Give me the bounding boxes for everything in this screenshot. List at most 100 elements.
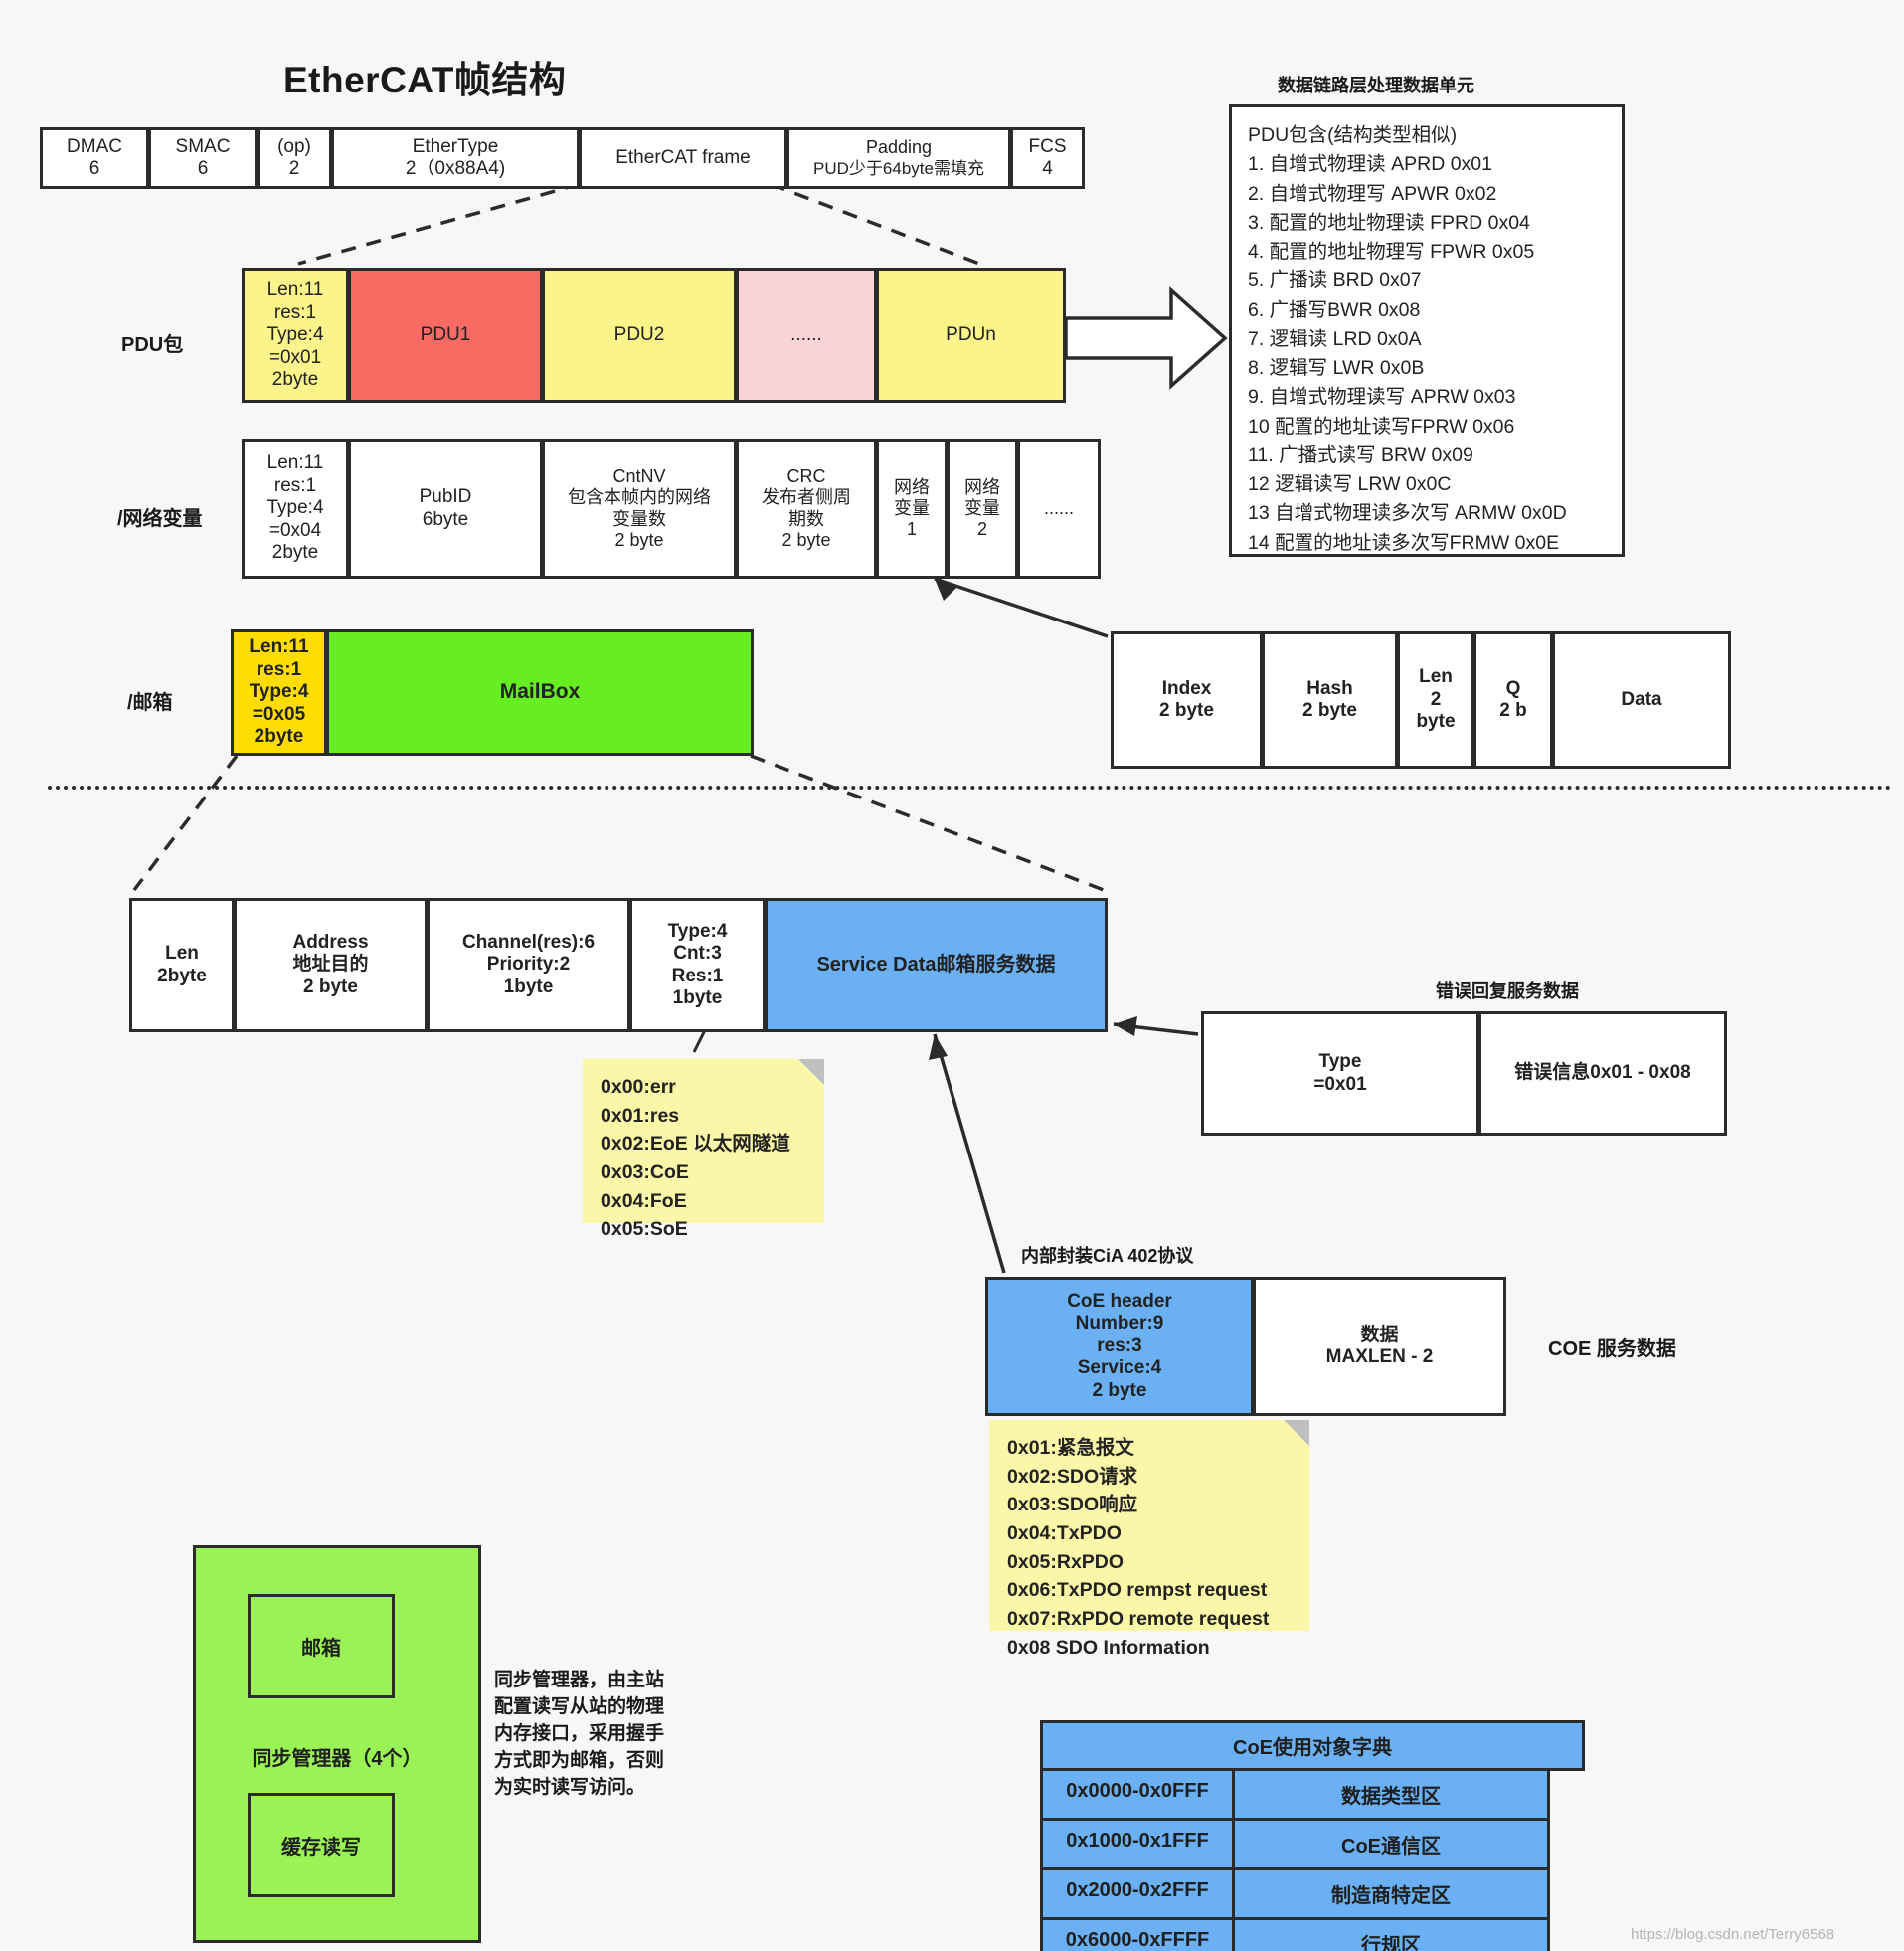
cell-line: 2	[288, 158, 300, 179]
cell-line: Type:4	[266, 324, 324, 346]
frame-cell-fcs: FCS 4	[1010, 127, 1085, 189]
frame-cell-dmac: DMAC 6	[40, 127, 149, 189]
cell-line: 6	[197, 158, 209, 179]
cell-line: 数据	[1360, 1324, 1399, 1345]
cell-line: PDUn	[946, 324, 996, 346]
netvar-cell-ellipsis: ......	[1017, 439, 1101, 579]
cell-line: Hash	[1306, 677, 1353, 699]
cell-line: 变量数	[612, 508, 666, 529]
cell-line: MAXLEN - 2	[1325, 1346, 1434, 1367]
pdu-cell-pdu1: PDU1	[348, 268, 543, 403]
coe-service-note: 0x01:紧急报文 0x02:SDO请求 0x03:SDO响应 0x04:TxP…	[989, 1420, 1309, 1659]
frame-cell-op: (op) 2	[257, 127, 332, 189]
cell-line: 4	[1042, 158, 1053, 179]
mbx-cell-service-data: Service Data邮箱服务数据	[765, 898, 1108, 1032]
cell-line: Address	[292, 931, 369, 953]
note-line: 0x05:RxPDO	[1007, 1550, 1125, 1573]
cell-line: Len	[1419, 666, 1453, 688]
frame-cell-smac: SMAC 6	[148, 127, 258, 189]
cell-line: 发布者侧周	[762, 487, 851, 508]
netvar-row-label: /网络变量	[117, 508, 203, 530]
cell-line: CntNV	[612, 466, 666, 487]
cell-line: Len:11	[249, 636, 309, 658]
cell-line: res:1	[273, 474, 317, 496]
table-row: 0x1000-0x1FFF CoE通信区	[1040, 1818, 1585, 1870]
pdu-cell-header: Len:11 res:1 Type:4 =0x01 2byte	[242, 268, 349, 403]
cell-line: FCS	[1028, 135, 1067, 157]
detail-cell-len: Len 2 byte	[1397, 631, 1474, 769]
coe-block-caption: 内部封装CiA 402协议	[1021, 1246, 1194, 1266]
coe-area-cell: 行规区	[1232, 1917, 1550, 1951]
cell-line: CRC	[786, 466, 826, 487]
mbx-cell-len: Len 2byte	[129, 898, 235, 1032]
cell-line: 6byte	[422, 508, 469, 530]
cell-line: PDU1	[420, 324, 471, 346]
sync-manager-box: 邮箱 同步管理器（4个） 缓存读写	[193, 1545, 481, 1943]
cell-line: 1byte	[672, 986, 723, 1008]
coe-range-cell: 0x1000-0x1FFF	[1040, 1818, 1235, 1870]
error-table-caption: 错误回复服务数据	[1436, 981, 1579, 1001]
cell-line: 2byte	[157, 965, 207, 986]
mbx-cell-type: Type:4 Cnt:3 Res:1 1byte	[629, 898, 766, 1032]
cell-line: 期数	[788, 508, 824, 529]
cell-line: 2	[976, 519, 987, 540]
cell-line: SMAC	[175, 135, 231, 157]
cell-line: ......	[1043, 497, 1074, 518]
detail-cell-data: Data	[1552, 631, 1731, 769]
mbx-cell-address: Address 地址目的 2 byte	[234, 898, 428, 1032]
cell-line: 2 byte	[614, 529, 664, 550]
dlpdu-line: 7. 逻辑读 LRD 0x0A	[1248, 327, 1422, 350]
coe-cell-header: CoE header Number:9 res:3 Service:4 2 by…	[985, 1277, 1254, 1416]
mailbox-type-note: 0x00:err 0x01:res 0x02:EoE 以太网隧道 0x03:Co…	[583, 1059, 824, 1240]
dlpdu-line: PDU包含(结构类型相似)	[1248, 124, 1458, 146]
dlpdu-line: 2. 自增式物理写 APWR 0x02	[1248, 182, 1497, 205]
netvar-cell-pubid: PubID 6byte	[348, 439, 543, 579]
cell-line: res:3	[1097, 1334, 1142, 1356]
coe-range-cell: 0x6000-0xFFFF	[1040, 1917, 1235, 1951]
coe-service-data-label: COE 服务数据	[1548, 1338, 1676, 1360]
cell-line: Service:4	[1077, 1357, 1162, 1379]
note-line: 0x00:err	[601, 1076, 676, 1098]
cell-line: =0x01	[268, 346, 322, 368]
dlpdu-line: 13 自增式物理读多次写 ARMW 0x0D	[1248, 502, 1567, 525]
dlpdu-line: 11. 广播式读写 BRW 0x09	[1248, 443, 1473, 466]
cell-line: 地址目的	[292, 954, 369, 976]
cell-line: Len	[165, 943, 199, 965]
netvar-cell-var2: 网络 变量 2	[947, 439, 1018, 579]
dlpdu-line: 10 配置的地址读写FPRW 0x06	[1248, 415, 1515, 438]
cell-line: 1	[906, 519, 917, 540]
sync-manager-description: 同步管理器，由主站配置读写从站的物理内存接口，采用握手方式即为邮箱，否则为实时读…	[494, 1670, 665, 1798]
coe-range-cell: 0x0000-0x0FFF	[1040, 1768, 1235, 1821]
dlpdu-line: 3. 配置的地址物理读 FPRD 0x04	[1248, 211, 1530, 234]
dlpdu-line: 9. 自增式物理读写 APRW 0x03	[1248, 386, 1516, 409]
table-row: 0x2000-0x2FFF 制造商特定区	[1040, 1867, 1585, 1920]
cell-line: Type:4	[266, 497, 324, 519]
cell-line: Type:4	[249, 681, 309, 703]
coe-area-cell: 数据类型区	[1232, 1768, 1550, 1821]
cell-line: 1byte	[503, 976, 554, 997]
pdu-row-label: PDU包	[121, 334, 184, 356]
detail-cell-q: Q 2 b	[1473, 631, 1553, 769]
cell-line: EtherType	[412, 135, 499, 157]
coe-area-cell: CoE通信区	[1232, 1818, 1550, 1870]
cell-line: Len:11	[266, 279, 324, 301]
pdu-cell-ellipsis: ......	[736, 268, 877, 403]
cell-line: 6	[88, 158, 100, 179]
frame-cell-ethercat-frame: EtherCAT frame	[579, 127, 787, 189]
cell-line: 网络	[894, 476, 930, 497]
dlpdu-line: 5. 广播读 BRD 0x07	[1248, 269, 1422, 292]
cell-line: 包含本帧内的网络	[568, 487, 711, 508]
frame-cell-padding: Padding PUD少于64byte需填充	[786, 127, 1011, 189]
cell-line: DMAC	[67, 135, 122, 157]
cell-line: 错误信息0x01 - 0x08	[1514, 1062, 1691, 1084]
cell-line: Type:4	[667, 920, 728, 942]
cell-line: 网络	[964, 476, 1000, 497]
dlpdu-line: 6. 广播写BWR 0x08	[1248, 298, 1421, 321]
cell-line: 2	[1430, 688, 1442, 710]
note-line: 0x08 SDO Information	[1007, 1636, 1210, 1659]
cell-line: (op)	[277, 135, 311, 157]
note-line: 0x04:FoE	[601, 1189, 687, 1212]
coe-dictionary-table: CoE使用对象字典 0x0000-0x0FFF 数据类型区 0x1000-0x1…	[1040, 1720, 1585, 1951]
cell-line: 2 byte	[303, 976, 358, 997]
cell-line: =0x01	[1313, 1073, 1367, 1095]
